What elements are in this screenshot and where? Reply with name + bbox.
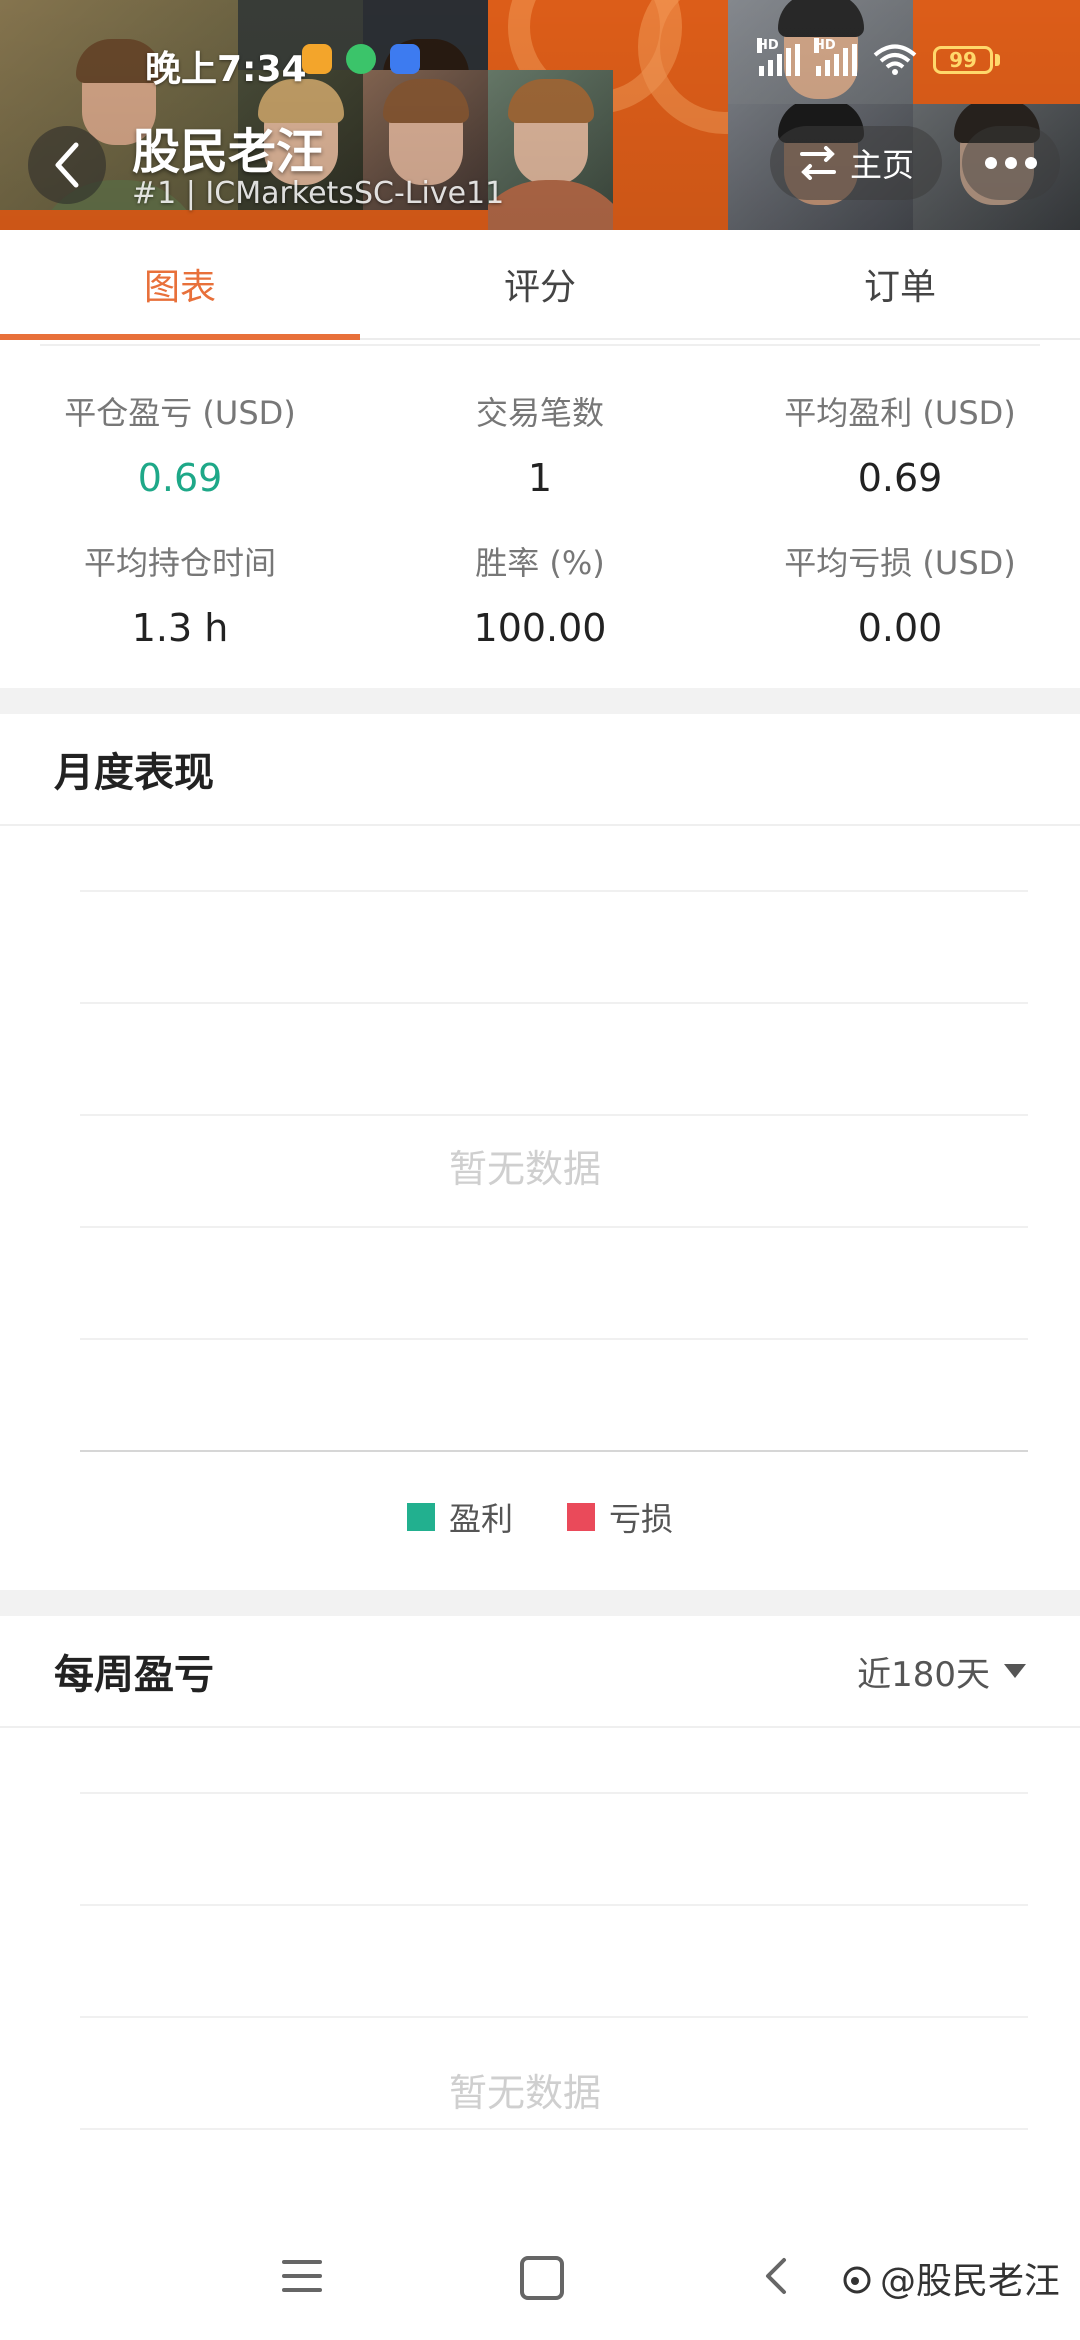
legend-swatch <box>567 1503 595 1531</box>
divider <box>40 344 1040 346</box>
section-gap <box>0 688 1080 714</box>
swap-icon <box>799 146 836 180</box>
empty-state-text: 暂无数据 <box>448 2071 601 2115</box>
stat-trade-count: 交易笔数 1 <box>360 388 720 500</box>
stat-value: 1 <box>527 456 553 500</box>
app-notification-icon <box>390 44 420 74</box>
gridline <box>80 1792 1028 1794</box>
battery-icon: 99 <box>933 46 993 74</box>
gridline <box>80 1904 1028 1906</box>
stat-label: 平均盈利 (USD) <box>784 394 1016 432</box>
watermark: @股民老汪 <box>840 2252 1060 2304</box>
gridline <box>80 1002 1028 1004</box>
signal-icon: HD <box>814 38 857 76</box>
android-icon <box>346 44 376 74</box>
x-axis <box>80 1450 1028 1452</box>
back-icon[interactable] <box>762 2256 788 2296</box>
card-header: 月度表现 <box>0 714 1080 826</box>
watermark-text: @股民老汪 <box>880 2261 1061 2302</box>
stat-value: 100.00 <box>473 606 607 650</box>
legend-label: 亏损 <box>609 1500 674 1538</box>
legend-label: 盈利 <box>448 1500 513 1538</box>
chevron-left-icon <box>55 142 79 188</box>
stat-label: 平仓盈亏 (USD) <box>64 394 296 432</box>
tab-orders[interactable]: 订单 <box>720 230 1080 338</box>
monthly-performance-card: 月度表现 暂无数据 盈利 亏损 <box>0 714 1080 1588</box>
page-title: 股民老汪 <box>132 124 325 180</box>
range-selector[interactable]: 近180天 <box>857 1647 1026 1696</box>
stat-label: 胜率 (%) <box>475 544 605 582</box>
legend-loss[interactable]: 亏损 <box>567 1494 673 1540</box>
wifi-icon <box>873 44 917 75</box>
stat-value: 0.00 <box>857 606 943 650</box>
home-button-label: 主页 <box>849 146 914 184</box>
chart-legend: 盈利 亏损 <box>0 1494 1080 1540</box>
stat-avg-holding-time: 平均持仓时间 1.3 h <box>0 538 360 650</box>
stat-value: 1.3 h <box>131 606 229 650</box>
stat-avg-loss: 平均亏损 (USD) 0.00 <box>720 538 1080 650</box>
back-button[interactable] <box>28 126 106 204</box>
stat-label: 平均亏损 (USD) <box>784 544 1016 582</box>
tab-score[interactable]: 评分 <box>360 230 720 338</box>
status-indicators: HD HD 99 <box>757 38 1000 76</box>
status-time: 晚上7:34 <box>145 49 307 90</box>
weekly-pnl-card: 每周盈亏 近180天 暂无数据 <box>0 1616 1080 2216</box>
menu-icon[interactable] <box>282 2260 322 2302</box>
stat-value: 0.69 <box>857 456 943 500</box>
system-nav-bar: @股民老汪 <box>0 2216 1080 2340</box>
gridline <box>80 1226 1028 1228</box>
message-icon <box>302 44 332 74</box>
more-button[interactable] <box>962 126 1060 200</box>
gridline <box>80 1338 1028 1340</box>
gridline <box>80 2016 1028 2018</box>
stat-label: 交易笔数 <box>475 394 604 432</box>
stat-value: 0.69 <box>137 456 223 500</box>
stat-avg-profit: 平均盈利 (USD) 0.69 <box>720 388 1080 500</box>
weibo-logo-icon <box>843 2266 871 2294</box>
dropdown-arrow-icon <box>1004 1664 1026 1678</box>
more-icon <box>985 157 997 169</box>
section-gap <box>0 1590 1080 1616</box>
empty-state-text: 暂无数据 <box>448 1147 601 1191</box>
stat-closed-pnl: 平仓盈亏 (USD) 0.69 <box>0 388 360 500</box>
gridline <box>80 1114 1028 1116</box>
gridline <box>80 890 1028 892</box>
signal-icon: HD <box>757 38 800 76</box>
account-subtitle: #1 | ICMarketsSC-Live11 <box>132 176 505 211</box>
range-label: 近180天 <box>857 1654 990 1695</box>
stat-win-rate: 胜率 (%) 100.00 <box>360 538 720 650</box>
card-title: 月度表现 <box>54 750 214 796</box>
home-icon[interactable] <box>520 2256 564 2300</box>
tab-chart[interactable]: 图表 <box>0 230 360 340</box>
tab-bar: 图表 评分 订单 <box>0 230 1080 340</box>
card-header: 每周盈亏 近180天 <box>0 1616 1080 1728</box>
legend-profit[interactable]: 盈利 <box>406 1494 513 1540</box>
header-banner: 晚上7:34 HD HD 99 股民老汪 #1 | ICMarketsSC-Li… <box>0 0 1080 230</box>
stat-label: 平均持仓时间 <box>83 544 276 582</box>
gridline <box>80 2128 1028 2130</box>
stats-panel: 平仓盈亏 (USD) 0.69 交易笔数 1 平均盈利 (USD) 0.69 平… <box>0 340 1080 686</box>
legend-swatch <box>406 1503 435 1531</box>
home-button[interactable]: 主页 <box>770 126 942 200</box>
card-title: 每周盈亏 <box>54 1652 214 1698</box>
status-app-icons <box>302 44 420 74</box>
